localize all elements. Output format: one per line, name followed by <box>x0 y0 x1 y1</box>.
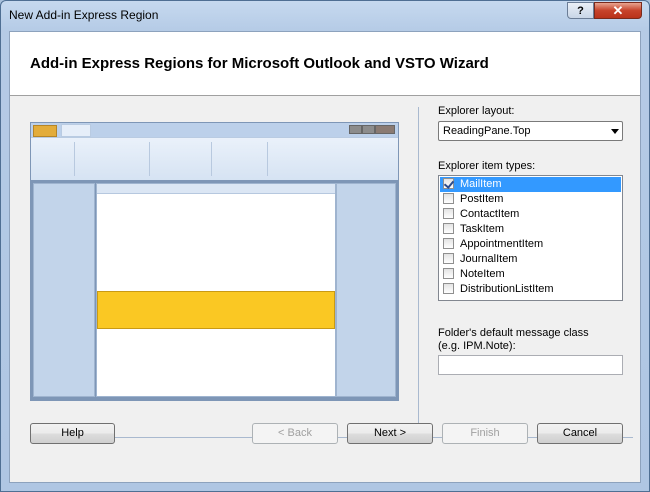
wizard-header: Add-in Express Regions for Microsoft Out… <box>10 32 640 96</box>
item-type-checkbox[interactable] <box>443 208 454 219</box>
item-type-row[interactable]: TaskItem <box>440 222 621 237</box>
titlebar-help-button[interactable]: ? <box>567 2 594 19</box>
preview-file-tab <box>33 125 57 137</box>
help-button[interactable]: Help <box>30 423 115 444</box>
item-type-label: TaskItem <box>460 223 505 235</box>
item-type-row[interactable]: MailItem <box>440 177 621 192</box>
cancel-button[interactable]: Cancel <box>537 423 623 444</box>
item-type-label: AppointmentItem <box>460 238 544 250</box>
explorer-layout-label: Explorer layout: <box>438 105 515 117</box>
preview-tabstrip <box>31 123 398 137</box>
dialog-client-area: Add-in Express Regions for Microsoft Out… <box>9 31 641 483</box>
item-type-label: NoteItem <box>460 268 505 280</box>
item-type-label: ContactItem <box>460 208 520 220</box>
preview-ribbon <box>31 137 398 180</box>
item-type-label: MailItem <box>460 178 502 190</box>
back-button[interactable]: < Back <box>252 423 338 444</box>
message-class-input[interactable] <box>438 355 623 375</box>
item-type-row[interactable]: PostItem <box>440 192 621 207</box>
explorer-item-types-label: Explorer item types: <box>438 160 536 172</box>
chevron-down-icon <box>611 129 619 134</box>
close-icon: ✕ <box>612 2 624 18</box>
explorer-item-types-list[interactable]: MailItem PostItem ContactItem TaskItem Appoi… <box>438 175 623 301</box>
item-type-checkbox[interactable] <box>443 223 454 234</box>
region-layout-preview <box>30 122 399 401</box>
preview-ribbon-area <box>31 123 398 180</box>
item-type-label: PostItem <box>460 193 504 205</box>
item-type-row[interactable]: JournalItem <box>440 252 621 267</box>
preview-maximize-icon <box>362 125 375 134</box>
preview-todo-bar <box>336 183 396 397</box>
item-type-checkbox[interactable] <box>443 178 454 189</box>
preview-list-header <box>97 184 335 194</box>
preview-close-icon <box>375 125 395 134</box>
item-type-checkbox[interactable] <box>443 238 454 249</box>
item-type-row[interactable]: AppointmentItem <box>440 237 621 252</box>
window-title: New Add-in Express Region <box>9 8 159 22</box>
next-button[interactable]: Next > <box>347 423 433 444</box>
finish-button[interactable]: Finish <box>442 423 528 444</box>
message-class-label-line1: Folder's default message class <box>438 327 589 339</box>
preview-ribbon-separator <box>267 142 268 176</box>
vertical-divider <box>418 107 419 423</box>
item-type-row[interactable]: ContactItem <box>440 207 621 222</box>
titlebar-close-button[interactable]: ✕ <box>594 2 642 19</box>
preview-ribbon-separator <box>211 142 212 176</box>
preview-ribbon-separator <box>74 142 75 176</box>
explorer-layout-value: ReadingPane.Top <box>443 125 531 137</box>
message-class-label-line2: (e.g. IPM.Note): <box>438 340 516 352</box>
wizard-window: New Add-in Express Region ? ✕ Add-in Exp… <box>0 0 650 492</box>
explorer-layout-select[interactable]: ReadingPane.Top <box>438 121 623 141</box>
item-type-label: DistributionListItem <box>460 283 554 295</box>
preview-navigation-pane <box>33 183 95 397</box>
item-type-checkbox[interactable] <box>443 283 454 294</box>
preview-ribbon-separator <box>149 142 150 176</box>
item-type-label: JournalItem <box>460 253 518 265</box>
item-type-checkbox[interactable] <box>443 253 454 264</box>
preview-reading-area <box>96 183 336 397</box>
preview-region-highlight <box>97 291 335 329</box>
item-type-checkbox[interactable] <box>443 268 454 279</box>
preview-minimize-icon <box>349 125 362 134</box>
item-type-checkbox[interactable] <box>443 193 454 204</box>
item-type-row[interactable]: DistributionListItem <box>440 282 621 297</box>
help-icon: ? <box>577 4 584 17</box>
item-type-row[interactable]: NoteItem <box>440 267 621 282</box>
preview-tab <box>61 124 91 137</box>
page-title: Add-in Express Regions for Microsoft Out… <box>30 55 489 72</box>
